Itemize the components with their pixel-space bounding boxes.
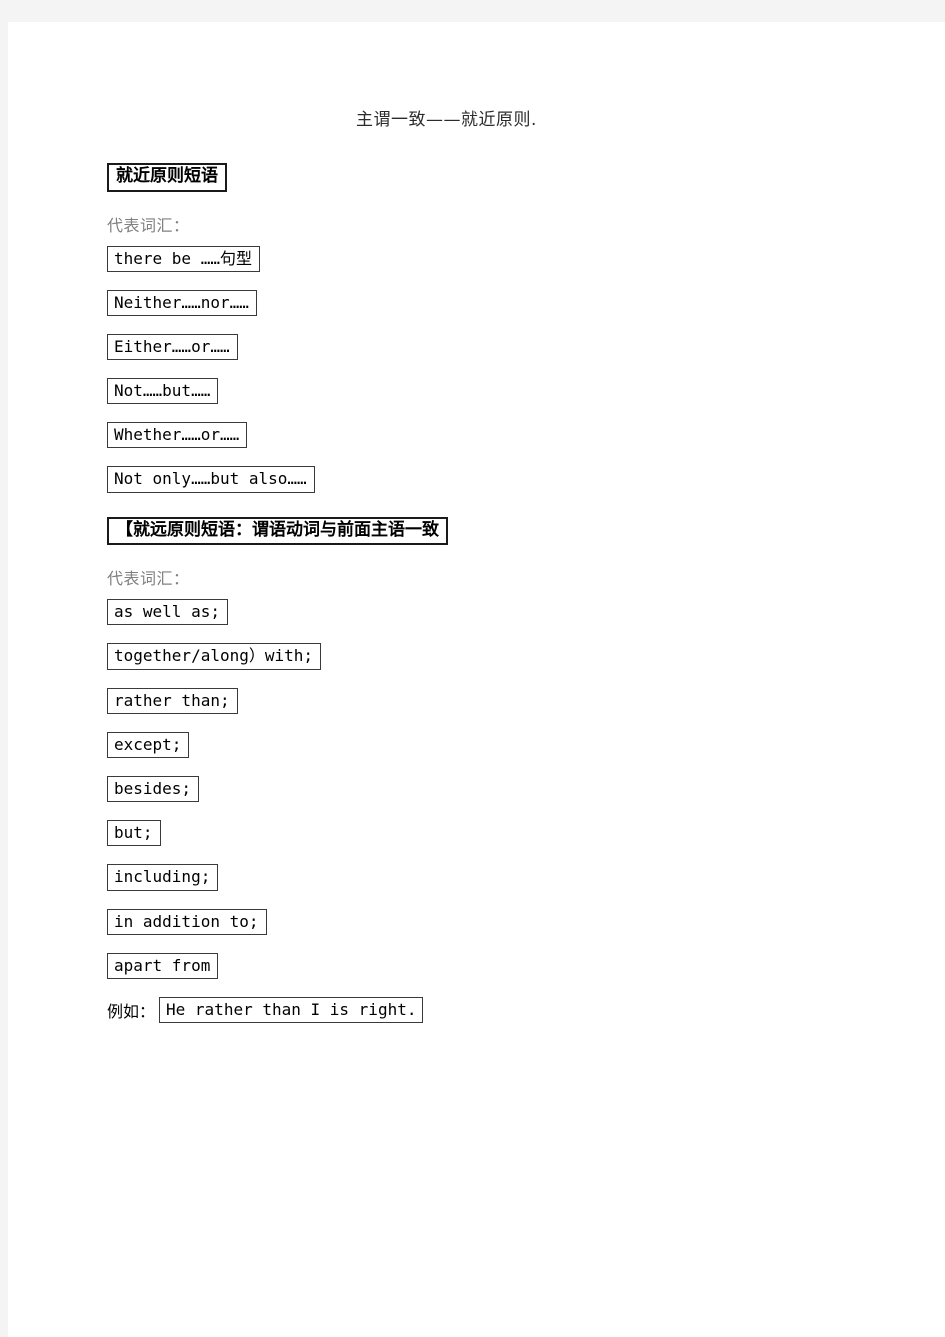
phrase-box: there be ……句型: [107, 245, 260, 272]
phrase-box: Not……but……: [107, 378, 219, 405]
list-item: together/along）with;: [107, 643, 945, 670]
phrase-box: except;: [107, 731, 190, 758]
list-item: rather than;: [107, 687, 945, 714]
list-item: including;: [107, 864, 945, 891]
phrase-box: rather than;: [107, 687, 238, 714]
section-near-principle: 就近原则短语 代表词汇： there be ……句型 Neither……nor……: [107, 163, 945, 493]
phrase-box: Either……or……: [107, 333, 238, 361]
list-item: besides;: [107, 775, 945, 803]
list-item: there be ……句型: [107, 245, 945, 272]
phrase-list-near: there be ……句型 Neither……nor…… Either……or……: [107, 245, 945, 493]
list-item: Either……or……: [107, 333, 945, 361]
section-heading-box: 【就远原则短语：谓语动词与前面主语一致: [107, 516, 448, 546]
phrase-box: Not only……but also……: [107, 466, 315, 493]
list-item: but;: [107, 820, 945, 847]
example-label: 例如：: [107, 1002, 156, 1021]
phrase-box: as well as;: [107, 599, 228, 626]
section-far-principle: 【就远原则短语：谓语动词与前面主语一致 代表词汇： as well as; to…: [107, 516, 945, 979]
example-sentence-box: He rather than I is right.: [159, 996, 424, 1024]
phrase-box: Whether……or……: [107, 422, 248, 449]
example-row: 例如： He rather than I is right.: [107, 996, 945, 1024]
phrase-box: apart from: [107, 952, 219, 979]
phrase-box: including;: [107, 864, 219, 891]
phrase-box: besides;: [107, 775, 200, 803]
page-title: 主谓一致——就近原则.: [356, 110, 537, 130]
section-heading-box: 就近原则短语: [107, 163, 227, 192]
document-page: 主谓一致——就近原则. 就近原则短语 代表词汇： there be ……句型 N…: [8, 22, 945, 1337]
list-item: as well as;: [107, 599, 945, 626]
phrase-box: but;: [107, 820, 161, 847]
section-sub-label: 代表词汇：: [107, 215, 190, 235]
phrase-box: Neither……nor……: [107, 289, 257, 316]
list-item: Not only……but also……: [107, 466, 945, 493]
list-item: Whether……or……: [107, 422, 945, 449]
list-item: except;: [107, 731, 945, 758]
list-item: Not……but……: [107, 378, 945, 405]
phrase-box: in addition to;: [107, 908, 267, 935]
document-body: 就近原则短语 代表词汇： there be ……句型 Neither……nor……: [8, 130, 945, 1024]
list-item: in addition to;: [107, 908, 945, 935]
list-item: apart from: [107, 952, 945, 979]
list-item: Neither……nor……: [107, 289, 945, 316]
phrase-box: together/along）with;: [107, 643, 322, 670]
section-sub-label: 代表词汇：: [107, 569, 190, 589]
phrase-list-far: as well as; together/along）with; rather …: [107, 599, 945, 979]
